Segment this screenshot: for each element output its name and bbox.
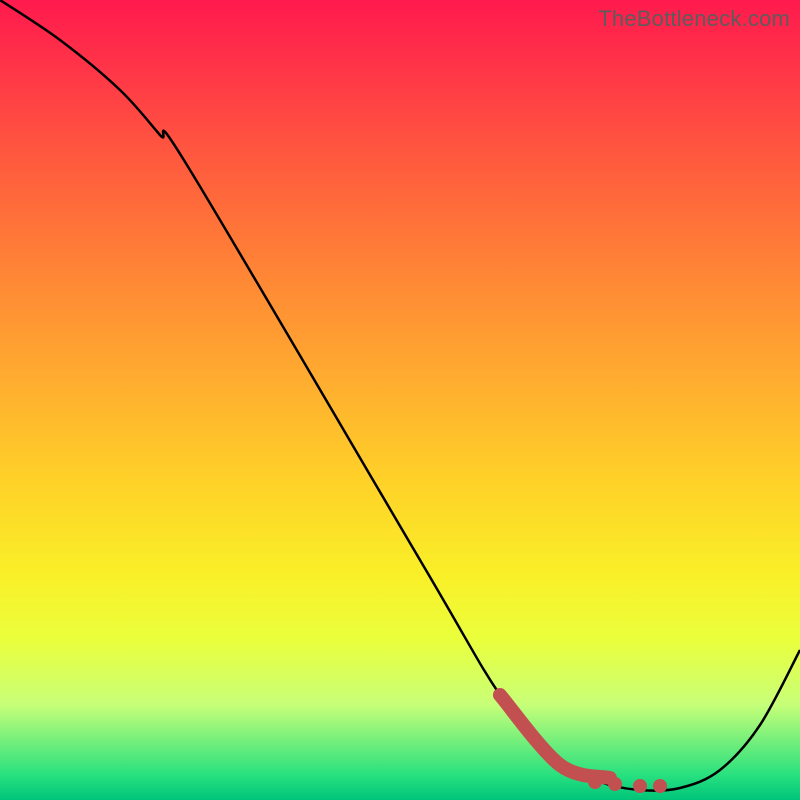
optimal-marker-dot <box>608 777 622 791</box>
optimal-markers <box>588 775 667 793</box>
optimal-marker-dot <box>588 775 602 789</box>
optimal-marker-dot <box>653 779 667 793</box>
chart-canvas: TheBottleneck.com <box>0 0 800 800</box>
optimal-range-highlight <box>500 695 610 778</box>
optimal-marker-dot <box>633 779 647 793</box>
bottleneck-plot <box>0 0 800 800</box>
bottleneck-curve <box>0 0 800 791</box>
